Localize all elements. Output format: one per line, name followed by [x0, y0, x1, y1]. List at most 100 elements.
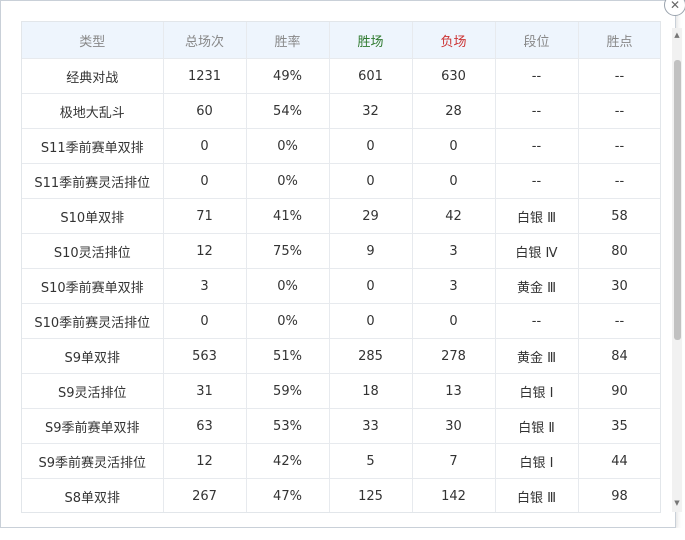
cell-rank: -- [495, 58, 579, 94]
cell-winrate: 54% [246, 93, 330, 129]
cell-rank: 白银 Ⅰ [495, 443, 579, 479]
table-row: S9单双排 563 51% 285 278 黄金 Ⅲ 84 [22, 338, 660, 374]
table-row: 极地大乱斗 60 54% 32 28 -- -- [22, 93, 660, 129]
cell-type: S10季前赛灵活排位 [22, 303, 164, 339]
cell-winrate: 0% [246, 303, 330, 339]
table-row: S10单双排 71 41% 29 42 白银 Ⅲ 58 [22, 198, 660, 234]
triangle-down-icon[interactable]: ▼ [672, 496, 682, 510]
table-row: S9灵活排位 31 59% 18 13 白银 Ⅰ 90 [22, 373, 660, 409]
header-rank: 段位 [495, 22, 579, 59]
cell-losses: 3 [412, 268, 496, 304]
cell-losses: 0 [412, 163, 496, 199]
triangle-up-icon[interactable]: ▲ [672, 28, 682, 42]
background-page-strip [0, 528, 685, 540]
cell-type: 极地大乱斗 [22, 93, 164, 129]
cell-rank: -- [495, 128, 579, 164]
stats-table: 类型 总场次 胜率 胜场 负场 段位 胜点 经典对战 1231 49% 601 … [22, 22, 660, 512]
cell-winrate: 41% [246, 198, 330, 234]
cell-losses: 278 [412, 338, 496, 374]
cell-winrate: 47% [246, 478, 330, 512]
cell-rank: -- [495, 93, 579, 129]
cell-winrate: 0% [246, 268, 330, 304]
cell-losses: 7 [412, 443, 496, 479]
cell-points: -- [578, 58, 660, 94]
cell-points: 84 [578, 338, 660, 374]
cell-winrate: 0% [246, 163, 330, 199]
cell-total: 3 [163, 268, 247, 304]
cell-total: 60 [163, 93, 247, 129]
cell-type: S9灵活排位 [22, 373, 164, 409]
table-row: S9季前赛灵活排位 12 42% 5 7 白银 Ⅰ 44 [22, 443, 660, 479]
cell-winrate: 42% [246, 443, 330, 479]
cell-wins: 18 [329, 373, 413, 409]
cell-winrate: 51% [246, 338, 330, 374]
table-row: S10季前赛灵活排位 0 0% 0 0 -- -- [22, 303, 660, 339]
header-wins: 胜场 [329, 22, 413, 59]
cell-losses: 28 [412, 93, 496, 129]
header-total: 总场次 [163, 22, 247, 59]
cell-wins: 0 [329, 128, 413, 164]
cell-type: S11季前赛灵活排位 [22, 163, 164, 199]
cell-wins: 9 [329, 233, 413, 269]
cell-wins: 32 [329, 93, 413, 129]
cell-winrate: 49% [246, 58, 330, 94]
cell-total: 1231 [163, 58, 247, 94]
table-body: 经典对战 1231 49% 601 630 -- -- 极地大乱斗 60 54%… [22, 58, 660, 512]
cell-type: S9季前赛单双排 [22, 408, 164, 444]
cell-rank: -- [495, 303, 579, 339]
table-row: S10灵活排位 12 75% 9 3 白银 Ⅳ 80 [22, 233, 660, 269]
stats-table-container: 类型 总场次 胜率 胜场 负场 段位 胜点 经典对战 1231 49% 601 … [21, 21, 661, 513]
cell-losses: 142 [412, 478, 496, 512]
table-row: S8单双排 267 47% 125 142 白银 Ⅲ 98 [22, 478, 660, 512]
cell-winrate: 59% [246, 373, 330, 409]
header-points: 胜点 [578, 22, 660, 59]
cell-points: 58 [578, 198, 660, 234]
cell-winrate: 0% [246, 128, 330, 164]
cell-rank: 黄金 Ⅲ [495, 338, 579, 374]
cell-total: 31 [163, 373, 247, 409]
cell-type: S9单双排 [22, 338, 164, 374]
cell-wins: 0 [329, 163, 413, 199]
cell-wins: 33 [329, 408, 413, 444]
cell-wins: 125 [329, 478, 413, 512]
cell-wins: 601 [329, 58, 413, 94]
cell-rank: 白银 Ⅰ [495, 373, 579, 409]
cell-losses: 13 [412, 373, 496, 409]
cell-losses: 3 [412, 233, 496, 269]
close-button[interactable]: ✕ [664, 0, 685, 16]
cell-points: -- [578, 93, 660, 129]
cell-type: S10灵活排位 [22, 233, 164, 269]
cell-total: 563 [163, 338, 247, 374]
cell-wins: 0 [329, 303, 413, 339]
cell-points: -- [578, 163, 660, 199]
cell-type: S9季前赛灵活排位 [22, 443, 164, 479]
stats-dialog: 类型 总场次 胜率 胜场 负场 段位 胜点 经典对战 1231 49% 601 … [0, 0, 676, 528]
cell-rank: -- [495, 163, 579, 199]
cell-losses: 630 [412, 58, 496, 94]
cell-points: 80 [578, 233, 660, 269]
header-winrate: 胜率 [246, 22, 330, 59]
cell-wins: 5 [329, 443, 413, 479]
cell-losses: 42 [412, 198, 496, 234]
header-type: 类型 [22, 22, 164, 59]
cell-type: S8单双排 [22, 478, 164, 512]
cell-wins: 0 [329, 268, 413, 304]
cell-losses: 30 [412, 408, 496, 444]
table-row: S11季前赛灵活排位 0 0% 0 0 -- -- [22, 163, 660, 199]
cell-rank: 白银 Ⅳ [495, 233, 579, 269]
cell-total: 12 [163, 233, 247, 269]
cell-rank: 黄金 Ⅲ [495, 268, 579, 304]
cell-type: S11季前赛单双排 [22, 128, 164, 164]
cell-wins: 285 [329, 338, 413, 374]
cell-points: 90 [578, 373, 660, 409]
scrollbar-thumb[interactable] [674, 60, 681, 340]
cell-rank: 白银 Ⅲ [495, 198, 579, 234]
close-icon: ✕ [669, 0, 681, 12]
table-row: S9季前赛单双排 63 53% 33 30 白银 Ⅱ 35 [22, 408, 660, 444]
cell-type: S10单双排 [22, 198, 164, 234]
cell-winrate: 53% [246, 408, 330, 444]
cell-points: 44 [578, 443, 660, 479]
cell-wins: 29 [329, 198, 413, 234]
cell-total: 63 [163, 408, 247, 444]
cell-type: 经典对战 [22, 58, 164, 94]
